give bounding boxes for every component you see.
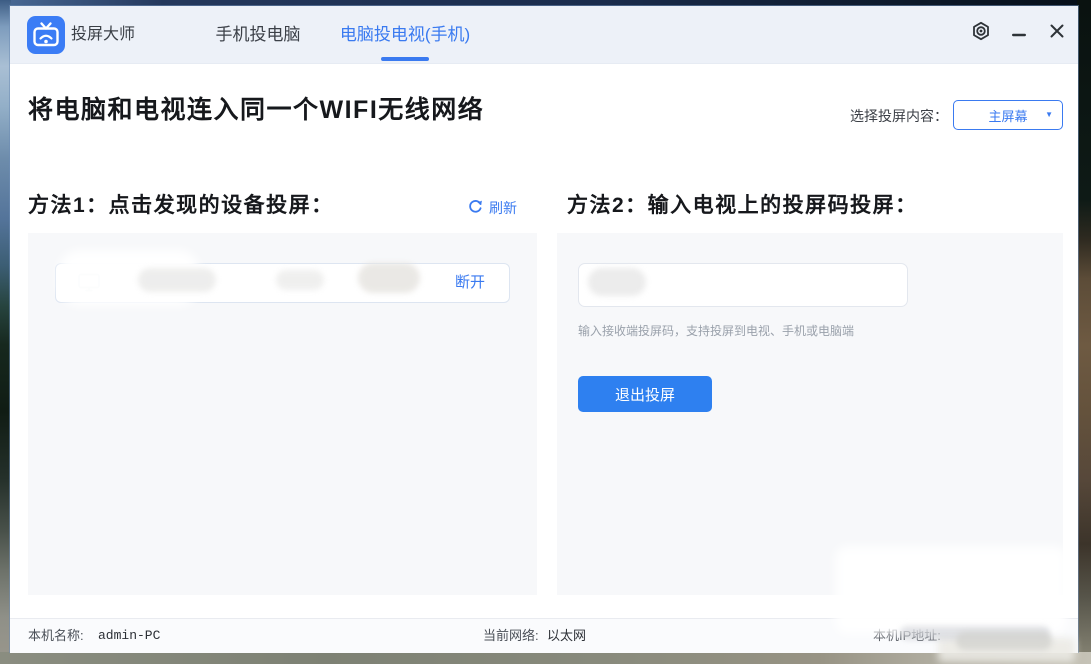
cast-content-select[interactable]: 主屏幕 ▼ bbox=[953, 100, 1063, 130]
minimize-button[interactable] bbox=[1006, 20, 1032, 46]
refresh-label: 刷新 bbox=[489, 200, 517, 216]
desktop-wallpaper-right bbox=[1077, 0, 1091, 664]
cast-content-value: 主屏幕 bbox=[988, 108, 1028, 124]
monitor-icon bbox=[78, 273, 100, 297]
refresh-icon bbox=[468, 199, 483, 217]
discovered-device-item[interactable]: 断开 bbox=[55, 263, 510, 303]
gear-icon bbox=[970, 20, 992, 47]
page-title: 将电脑和电视连入同一个WIFI无线网络 bbox=[28, 96, 485, 124]
cast-code-panel: 输入接收端投屏码，支持投屏到电视、手机或电脑端 退出投屏 bbox=[557, 233, 1063, 595]
method1-title: 方法1：点击发现的设备投屏： bbox=[28, 194, 334, 217]
cast-code-input[interactable] bbox=[578, 263, 908, 307]
chevron-down-icon: ▼ bbox=[1045, 110, 1053, 119]
app-title: 投屏大师 bbox=[71, 26, 136, 43]
network-value: 以太网 bbox=[547, 628, 587, 643]
settings-button[interactable] bbox=[968, 20, 994, 46]
host-name-value: admin-PC bbox=[98, 628, 161, 643]
ip-address-label: 本机IP地址: bbox=[873, 628, 941, 643]
device-list-panel: 断开 bbox=[28, 233, 537, 595]
refresh-button[interactable]: 刷新 bbox=[468, 198, 517, 218]
tab-phone-to-pc[interactable]: 手机投电脑 bbox=[208, 6, 308, 63]
desktop-wallpaper-bottom bbox=[0, 652, 1091, 664]
app-window: 投屏大师 手机投电脑 电脑投电视(手机) 将电脑和电视连入同一个WIFI无线网络… bbox=[10, 6, 1078, 653]
host-name-label: 本机名称: bbox=[28, 628, 84, 643]
statusbar: 本机名称: admin-PC 当前网络: 以太网 本机IP地址: bbox=[10, 618, 1078, 653]
network-label: 当前网络: bbox=[483, 628, 539, 643]
exit-cast-button[interactable]: 退出投屏 bbox=[578, 376, 712, 412]
cast-code-hint: 输入接收端投屏码，支持投屏到电视、手机或电脑端 bbox=[578, 324, 855, 338]
active-tab-underline bbox=[381, 57, 429, 61]
cast-content-label: 选择投屏内容： bbox=[850, 108, 948, 124]
disconnect-button[interactable]: 断开 bbox=[455, 264, 485, 302]
tab-pc-to-tv[interactable]: 电脑投电视(手机) bbox=[328, 6, 482, 63]
method2-title: 方法2：输入电视上的投屏码投屏： bbox=[567, 194, 918, 217]
close-button[interactable] bbox=[1044, 20, 1070, 46]
app-logo-icon bbox=[27, 16, 65, 54]
minimize-icon bbox=[1012, 24, 1026, 42]
close-icon bbox=[1050, 24, 1064, 43]
titlebar: 投屏大师 手机投电脑 电脑投电视(手机) bbox=[10, 6, 1078, 64]
